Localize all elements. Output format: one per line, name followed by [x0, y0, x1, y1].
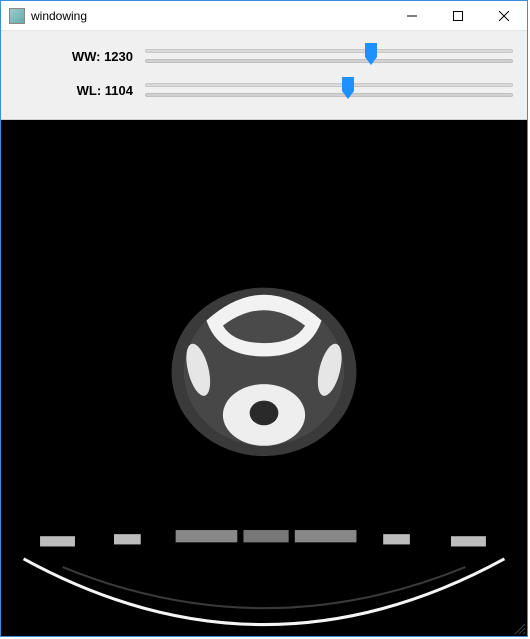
ww-label: WW: 1230 [15, 49, 145, 64]
wl-track-shadow [145, 93, 513, 97]
ww-row: WW: 1230 [15, 39, 513, 73]
ww-slider-thumb[interactable] [365, 43, 377, 65]
window-title: windowing [31, 9, 389, 23]
minimize-button[interactable] [389, 1, 435, 31]
wl-row: WL: 1104 [15, 73, 513, 107]
ww-label-prefix: WW: [72, 49, 101, 64]
wl-track [145, 83, 513, 87]
slider-panel: WW: 1230 WL: 1104 [1, 31, 527, 120]
ct-slice-image [1, 120, 527, 636]
wl-label-prefix: WL: [77, 83, 102, 98]
ww-track-shadow [145, 59, 513, 63]
ww-track [145, 49, 513, 53]
close-button[interactable] [481, 1, 527, 31]
app-window: windowing WW: 1230 [0, 0, 528, 637]
ww-slider[interactable] [145, 45, 513, 67]
titlebar[interactable]: windowing [1, 1, 527, 31]
ww-value-text: 1230 [104, 49, 133, 64]
image-viewport[interactable] [1, 120, 527, 636]
maximize-button[interactable] [435, 1, 481, 31]
wl-label: WL: 1104 [15, 83, 145, 98]
wl-slider-thumb[interactable] [342, 77, 354, 99]
resize-grip-icon[interactable] [513, 622, 525, 634]
wl-slider[interactable] [145, 79, 513, 101]
app-icon [9, 8, 25, 24]
wl-value-text: 1104 [105, 83, 133, 98]
